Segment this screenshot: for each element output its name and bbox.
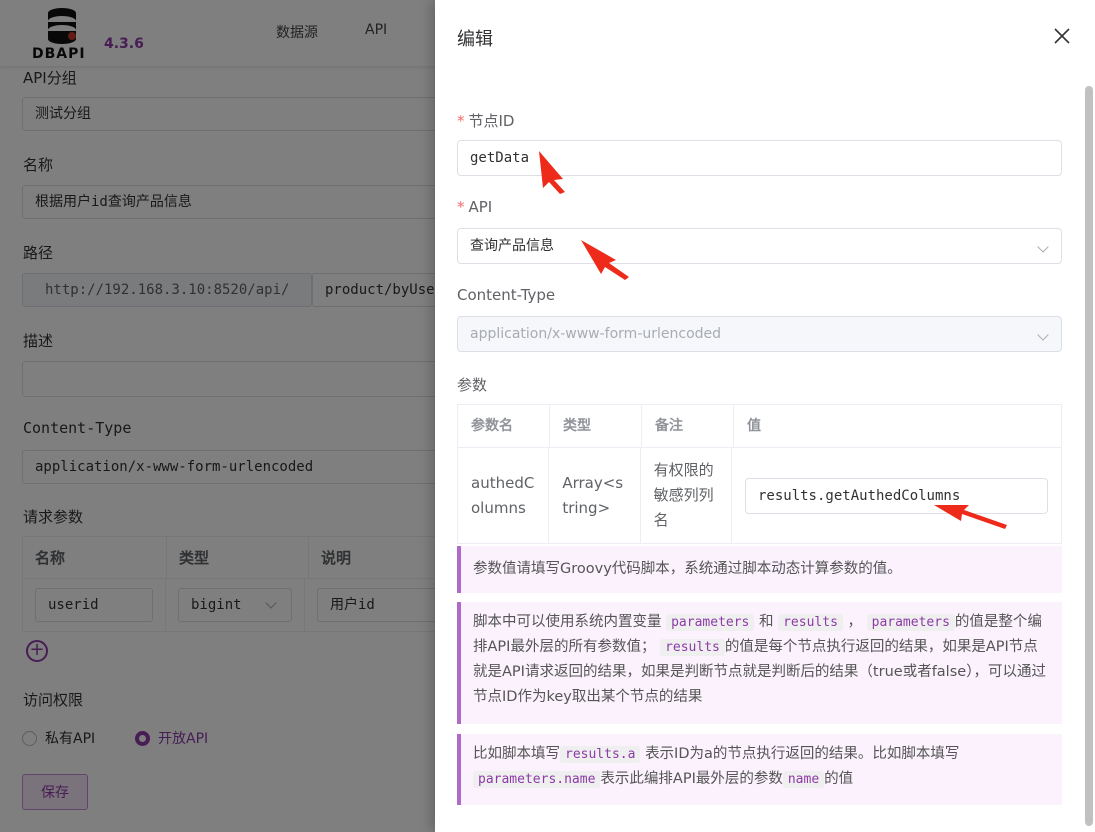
node-id-label: * 节点ID <box>457 112 515 130</box>
code-parameters: parameters <box>866 614 955 631</box>
tip-example: 比如脚本填写 results.a 表示ID为a的节点执行返回的结果。比如脚本填写 … <box>457 734 1062 805</box>
edit-drawer: 编辑 * 节点ID getData * API 查询产品信息 Content-Typ… <box>435 0 1095 832</box>
code-results: results <box>660 639 725 656</box>
code-name: name <box>782 771 825 788</box>
param-note: 有权限的敏感列列名 <box>641 448 732 543</box>
chevron-down-icon <box>1037 329 1049 341</box>
header-param-name: 参数名 <box>458 405 550 447</box>
code-parameters-name: parameters.name <box>473 771 601 788</box>
params-table: 参数名 类型 备注 值 authedColumns Array<string> … <box>457 404 1062 544</box>
table-header: 参数名 类型 备注 值 <box>458 405 1061 448</box>
param-type: Array<string> <box>549 448 641 543</box>
header-type: 类型 <box>550 405 642 447</box>
code-results-a: results.a <box>560 746 641 763</box>
required-marker: * <box>457 198 465 216</box>
content-type-label: Content-Type <box>457 286 556 304</box>
drawer-title: 编辑 <box>457 29 493 50</box>
header-note: 备注 <box>642 405 734 447</box>
tip-groovy: 参数值请填写Groovy代码脚本，系统通过脚本动态计算参数的值。 <box>457 546 1062 593</box>
header-value: 值 <box>747 417 761 434</box>
close-icon[interactable] <box>1052 26 1072 46</box>
code-results: results <box>778 614 843 631</box>
content-type-select: application/x-www-form-urlencoded <box>457 316 1062 352</box>
required-marker: * <box>457 112 465 130</box>
chevron-down-icon <box>1037 241 1049 253</box>
content-type-value: application/x-www-form-urlencoded <box>470 326 722 342</box>
scrollbar[interactable] <box>1085 86 1093 826</box>
param-value-input[interactable]: results.getAuthedColumns <box>744 477 1048 514</box>
param-name: authedColumns <box>458 448 550 543</box>
node-id-input[interactable]: getData <box>457 140 1062 176</box>
tip-variables: 脚本中可以使用系统内置变量 parameters 和 results ， par… <box>457 602 1062 724</box>
params-label: 参数 <box>457 376 488 394</box>
code-parameters: parameters <box>666 614 755 631</box>
table-row: authedColumns Array<string> 有权限的敏感列列名 re… <box>458 448 1061 543</box>
api-select[interactable]: 查询产品信息 <box>457 228 1062 264</box>
api-select-value: 查询产品信息 <box>470 238 554 254</box>
api-label: * API <box>457 198 493 216</box>
